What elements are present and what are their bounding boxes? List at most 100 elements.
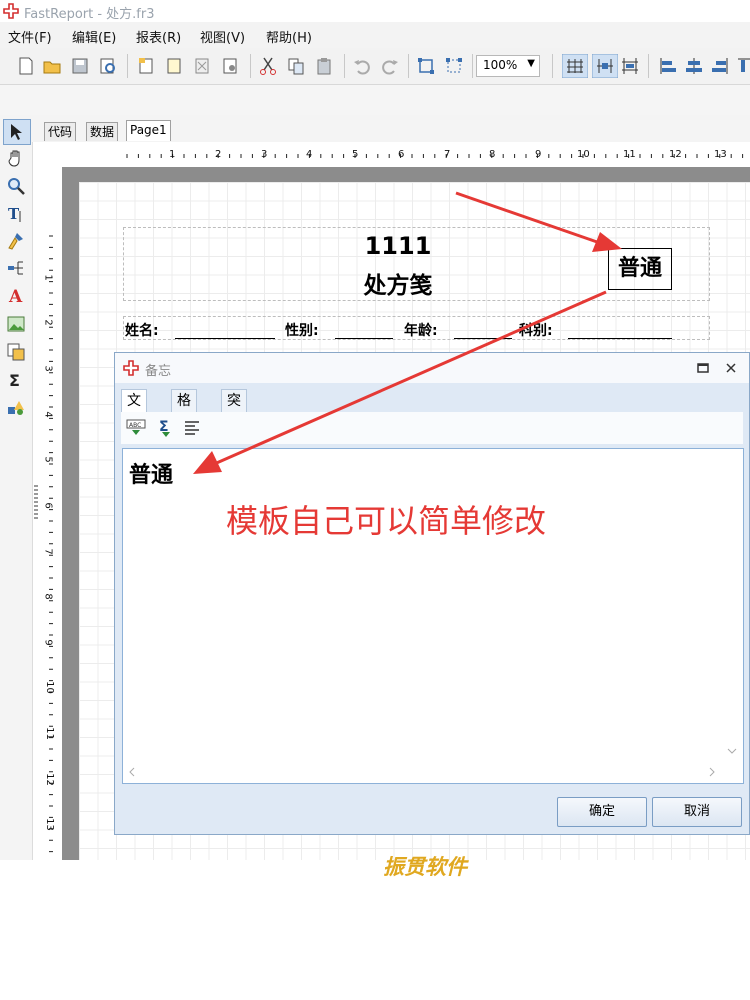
copy-icon[interactable]: [286, 56, 306, 76]
dialog-title: 备忘: [145, 364, 172, 379]
zoom-icon[interactable]: [7, 177, 25, 195]
page-settings-icon[interactable]: [220, 56, 240, 76]
fastreport-logo-icon: [123, 360, 139, 376]
insert-aggregate-icon[interactable]: Σ: [157, 418, 175, 438]
ruler-number: 7: [444, 149, 451, 160]
ruler-number: 3: [42, 365, 54, 372]
ruler-number: 11: [43, 727, 55, 740]
toolbar-separator: [472, 54, 473, 78]
cut-icon[interactable]: [258, 56, 278, 76]
align-to-grid-icon[interactable]: [592, 54, 618, 78]
hand-icon[interactable]: [7, 149, 25, 167]
field-dept-label[interactable]: 科别:: [519, 320, 553, 340]
menu-edit[interactable]: 编辑(E): [72, 27, 116, 46]
toolbar-separator: [408, 54, 409, 78]
redo-icon[interactable]: [380, 56, 400, 76]
zoom-select[interactable]: 100% ▼: [476, 55, 540, 77]
align-right-icon[interactable]: [710, 56, 730, 76]
align-center-icon[interactable]: [684, 56, 704, 76]
maximize-icon[interactable]: [697, 362, 709, 374]
menu-help[interactable]: 帮助(H): [266, 27, 312, 46]
preview-icon[interactable]: [98, 56, 118, 76]
svg-text:A: A: [8, 287, 23, 305]
new-page-icon[interactable]: [164, 56, 184, 76]
menu-bar: 文件(F) 编辑(E) 报表(R) 视图(V) 帮助(H): [0, 22, 750, 49]
report-title-number[interactable]: 1111: [300, 232, 496, 260]
ruler-number: 9: [42, 639, 54, 646]
shapes-icon[interactable]: [7, 399, 25, 417]
menu-file[interactable]: 文件(F): [8, 27, 52, 46]
text-align-icon[interactable]: [183, 420, 201, 436]
horizontal-ruler: 1 2 3 4 5 6 7 8 9 10 11 12 13: [125, 145, 750, 167]
pointer-icon[interactable]: [7, 123, 25, 141]
sum-icon[interactable]: Σ: [7, 371, 25, 389]
ruler-number: 4: [42, 411, 54, 418]
toolbar-separator: [250, 54, 251, 78]
group-icon[interactable]: [416, 56, 436, 76]
ruler-number: 5: [42, 456, 54, 463]
subreport-icon[interactable]: [7, 343, 25, 361]
ungroup-icon[interactable]: [444, 56, 464, 76]
ruler-number: 7: [42, 548, 54, 555]
menu-view[interactable]: 视图(V): [200, 27, 245, 46]
open-folder-icon[interactable]: [42, 56, 62, 76]
ruler-number: 3: [261, 149, 268, 160]
toolbar-separator: [648, 54, 649, 78]
tab-highlight[interactable]: 突显: [221, 389, 247, 431]
text-object-icon[interactable]: A: [7, 287, 25, 305]
field-dept-line: [568, 338, 672, 339]
fastreport-logo-icon: [3, 3, 19, 19]
field-name-line: [175, 338, 275, 339]
ruler-number: 6: [398, 149, 405, 160]
picture-object-icon[interactable]: [7, 315, 25, 333]
svg-text:Σ: Σ: [9, 371, 20, 389]
svg-text:ABC: ABC: [129, 422, 141, 429]
svg-text:T: T: [8, 205, 20, 223]
undo-icon[interactable]: [352, 56, 372, 76]
save-icon[interactable]: [70, 56, 90, 76]
band-tool-icon[interactable]: [7, 259, 25, 277]
paste-icon[interactable]: [314, 56, 334, 76]
new-report-icon[interactable]: [136, 56, 156, 76]
delete-page-icon[interactable]: [192, 56, 212, 76]
tab-text[interactable]: 文本: [121, 389, 147, 431]
window-title: FastReport - 处方.fr3: [24, 7, 155, 22]
report-tag-memo[interactable]: 普通: [608, 248, 672, 290]
scroll-right-icon[interactable]: [707, 767, 717, 777]
align-top-icon[interactable]: [736, 56, 750, 76]
chevron-down-icon: ▼: [527, 58, 535, 69]
cancel-button[interactable]: 取消: [652, 797, 742, 827]
vertical-ruler: 1 2 3 4 5 6 7 8 9 10 11 12 13: [40, 232, 62, 860]
scroll-down-icon[interactable]: [727, 746, 737, 756]
splitter-grip[interactable]: [34, 485, 38, 521]
new-file-icon[interactable]: [16, 56, 36, 76]
fit-to-grid-icon[interactable]: [620, 56, 640, 76]
memo-content[interactable]: 普通: [129, 457, 173, 489]
ruler-number: 5: [352, 149, 359, 160]
ruler-number: 11: [623, 149, 636, 160]
tab-code[interactable]: 代码: [44, 122, 77, 141]
dialog-title-bar: 备忘: [115, 353, 749, 383]
ruler-number: 13: [714, 149, 727, 160]
ruler-number: 2: [215, 149, 222, 160]
zoom-value: 100%: [483, 58, 518, 72]
align-left-icon[interactable]: [658, 56, 678, 76]
ruler-number: 4: [306, 149, 313, 160]
ruler-number: 13: [43, 818, 55, 831]
ok-button[interactable]: 确定: [557, 797, 647, 827]
ruler-number: 1: [169, 149, 176, 160]
report-title[interactable]: 处方笺: [300, 266, 496, 300]
insert-field-icon[interactable]: ABC: [126, 418, 146, 438]
field-age-label[interactable]: 年龄:: [404, 320, 438, 340]
scroll-left-icon[interactable]: [127, 767, 137, 777]
field-name-label[interactable]: 姓名:: [125, 320, 159, 340]
text-tool-icon[interactable]: T: [7, 205, 25, 223]
show-grid-icon[interactable]: [562, 54, 588, 78]
tab-format[interactable]: 格式: [171, 389, 197, 431]
tab-data[interactable]: 数据: [86, 122, 119, 141]
close-icon[interactable]: [725, 362, 737, 374]
format-painter-icon[interactable]: [7, 232, 25, 250]
field-sex-label[interactable]: 性别:: [285, 320, 319, 340]
menu-report[interactable]: 报表(R): [136, 27, 181, 46]
tab-page1[interactable]: Page1: [126, 120, 171, 141]
